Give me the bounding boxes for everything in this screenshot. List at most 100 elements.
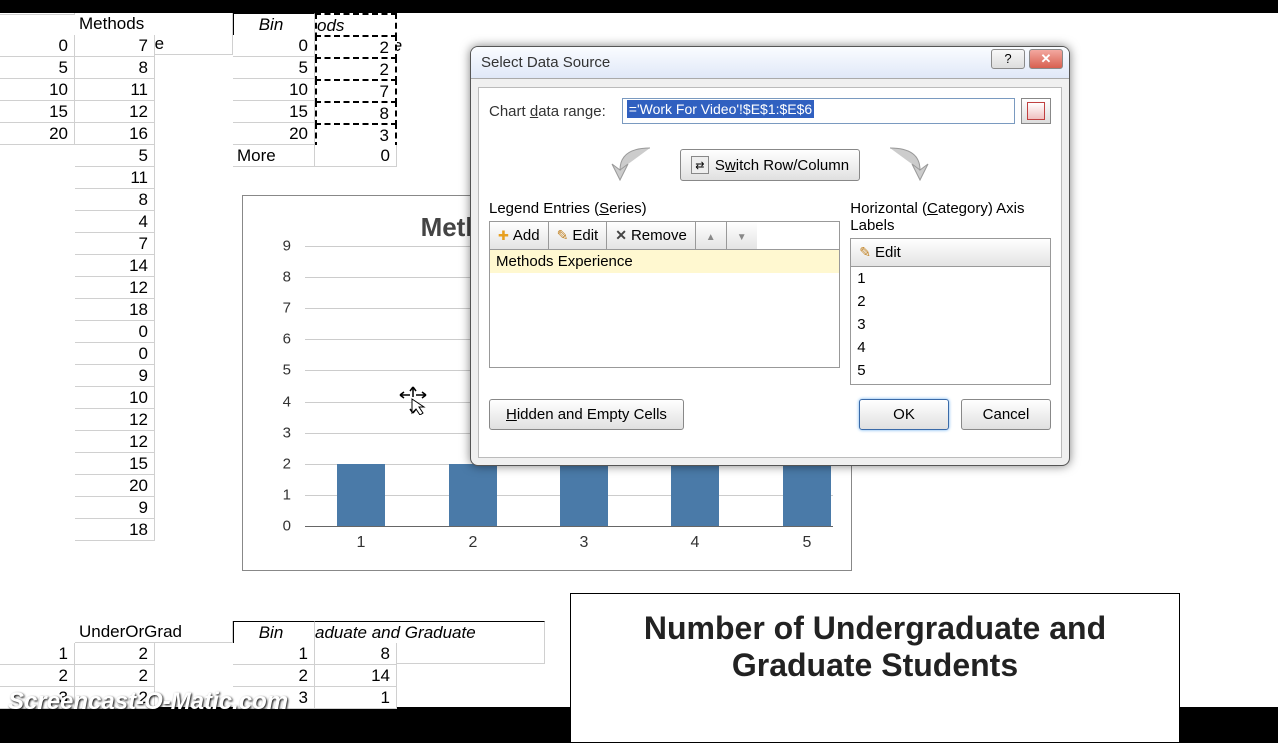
col-header-bin[interactable]: Bin: [233, 13, 315, 36]
cell[interactable]: 5: [233, 57, 315, 79]
ytick: 0: [283, 518, 291, 535]
cell-more[interactable]: More: [233, 145, 315, 167]
cell[interactable]: 7: [75, 233, 155, 255]
cell[interactable]: 2: [75, 643, 155, 665]
cell[interactable]: 7: [75, 35, 155, 57]
cell[interactable]: 14: [315, 665, 397, 687]
cell[interactable]: 2: [233, 665, 315, 687]
dialog-titlebar[interactable]: Select Data Source ? ✕: [471, 47, 1069, 79]
col-header-underorgrad[interactable]: UnderOrGrad: [75, 621, 233, 643]
chart2-title: Number of Undergraduate and Graduate Stu…: [571, 594, 1179, 684]
collapse-range-button[interactable]: [1021, 98, 1051, 124]
chart-y-axis: 0 1 2 3 4 5 6 7 8 9: [273, 246, 295, 526]
cell[interactable]: 12: [75, 277, 155, 299]
swap-arrow-right-icon: [880, 140, 940, 190]
edit-series-button[interactable]: Edit: [549, 222, 608, 249]
move-down-button[interactable]: [727, 222, 757, 249]
range-selector-icon: [1027, 102, 1045, 120]
edit-axis-button[interactable]: Edit: [851, 239, 1050, 266]
chart-grad-students[interactable]: Number of Undergraduate and Graduate Stu…: [570, 593, 1180, 743]
cell[interactable]: 8: [75, 57, 155, 79]
axis-item[interactable]: 1: [851, 267, 1050, 290]
cell[interactable]: 0: [0, 35, 75, 57]
cell[interactable]: 20: [233, 123, 315, 145]
cell[interactable]: 11: [75, 79, 155, 101]
cell[interactable]: 10: [0, 79, 75, 101]
cell[interactable]: 0: [233, 35, 315, 57]
add-series-button[interactable]: Add: [490, 222, 549, 249]
col-a-blank: [0, 13, 75, 15]
dialog-title: Select Data Source: [481, 54, 610, 71]
ok-button[interactable]: OK: [859, 399, 949, 430]
cancel-button[interactable]: Cancel: [961, 399, 1051, 430]
chart-data-range-label: Chart data range:: [489, 103, 606, 120]
cell[interactable]: 1: [315, 687, 397, 709]
ytick: 2: [283, 455, 291, 472]
series-item[interactable]: Methods Experience: [490, 250, 839, 273]
cell[interactable]: 14: [75, 255, 155, 277]
cell[interactable]: 12: [75, 101, 155, 123]
cell[interactable]: 8: [75, 189, 155, 211]
axis-labels-label: Horizontal (Category) Axis Labels: [850, 200, 1051, 234]
col-header-bin2[interactable]: Bin: [233, 621, 315, 644]
xtick: 5: [803, 534, 812, 552]
cell[interactable]: 2: [75, 665, 155, 687]
cell[interactable]: 1: [233, 643, 315, 665]
series-toolbar: Add Edit Remove: [489, 221, 840, 250]
cell[interactable]: 10: [233, 79, 315, 101]
ytick: 1: [283, 486, 291, 503]
cell[interactable]: 2: [0, 665, 75, 687]
xtick: 4: [691, 534, 700, 552]
cell[interactable]: 12: [75, 431, 155, 453]
move-up-button[interactable]: [696, 222, 727, 249]
hidden-empty-cells-button[interactable]: Hidden and Empty Cells: [489, 399, 684, 430]
cell[interactable]: 9: [75, 365, 155, 387]
dialog-body: Chart data range: ='Work For Video'!$E$1…: [478, 87, 1062, 458]
cell[interactable]: 5: [75, 145, 155, 167]
xtick: 1: [357, 534, 366, 552]
cell[interactable]: 1: [0, 643, 75, 665]
cell[interactable]: 0: [315, 145, 397, 167]
cell[interactable]: 18: [75, 519, 155, 541]
cell[interactable]: 12: [75, 409, 155, 431]
ytick: 9: [283, 238, 291, 255]
chart-bar-2[interactable]: [449, 464, 497, 526]
watermark: Screencast-O-Matic.com: [8, 688, 288, 716]
ytick: 7: [283, 300, 291, 317]
cell[interactable]: 15: [233, 101, 315, 123]
cell[interactable]: 11: [75, 167, 155, 189]
axis-listbox[interactable]: 1 2 3 4 5: [850, 267, 1051, 385]
cell[interactable]: 10: [75, 387, 155, 409]
edit-icon: [859, 244, 871, 261]
cell[interactable]: 5: [0, 57, 75, 79]
series-listbox[interactable]: Methods Experience: [489, 250, 840, 368]
cell[interactable]: 8: [315, 643, 397, 665]
cell[interactable]: 15: [75, 453, 155, 475]
switch-label: Switch Row/Column: [715, 157, 849, 174]
axis-item[interactable]: 2: [851, 290, 1050, 313]
chart-data-range-input[interactable]: ='Work For Video'!$E$1:$E$6: [622, 98, 1015, 124]
switch-row-column-button[interactable]: ⇄ Switch Row/Column: [680, 149, 860, 181]
cell[interactable]: 0: [75, 321, 155, 343]
xtick: 2: [469, 534, 478, 552]
axis-item[interactable]: 3: [851, 313, 1050, 336]
remove-series-button[interactable]: Remove: [607, 222, 696, 249]
cell[interactable]: 4: [75, 211, 155, 233]
chart-bar-1[interactable]: [337, 464, 385, 526]
cell[interactable]: 16: [75, 123, 155, 145]
close-button[interactable]: ✕: [1029, 49, 1063, 69]
cell[interactable]: 18: [75, 299, 155, 321]
up-arrow-icon: [706, 227, 716, 244]
switch-icon: ⇄: [691, 156, 709, 174]
help-button[interactable]: ?: [991, 49, 1025, 69]
axis-item[interactable]: 5: [851, 359, 1050, 382]
cell[interactable]: 20: [75, 475, 155, 497]
legend-entries-label: Legend Entries (Series): [489, 200, 840, 217]
cell[interactable]: 9: [75, 497, 155, 519]
cell[interactable]: 15: [0, 101, 75, 123]
cell[interactable]: 0: [75, 343, 155, 365]
xtick: 3: [580, 534, 589, 552]
cell[interactable]: 20: [0, 123, 75, 145]
axis-item[interactable]: 4: [851, 336, 1050, 359]
remove-icon: [615, 227, 627, 244]
